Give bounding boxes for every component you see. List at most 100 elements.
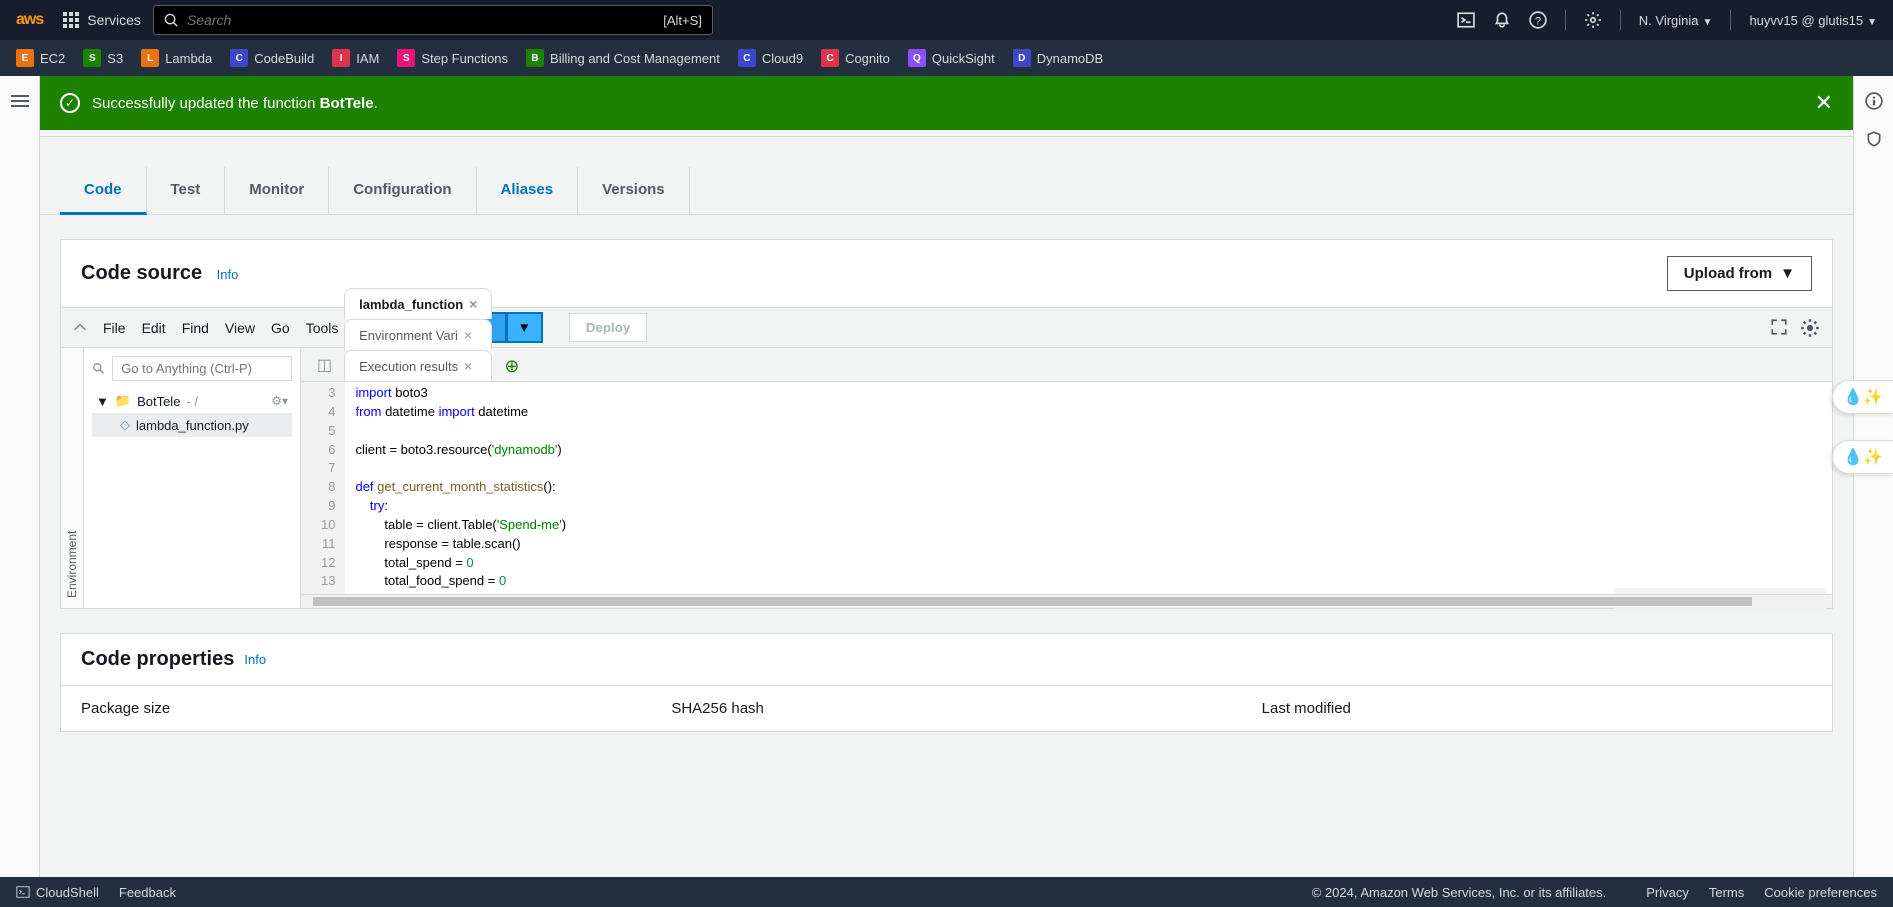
code-properties-title: Code properties — [81, 648, 234, 671]
editor-tab[interactable]: lambda_function× — [344, 288, 492, 319]
footer-link-terms[interactable]: Terms — [1709, 885, 1744, 900]
codewhisperer-badge[interactable]: 💧✨ — [1832, 440, 1893, 474]
service-item-quicksight[interactable]: QQuickSight — [908, 49, 995, 67]
service-item-iam[interactable]: IIAM — [332, 49, 379, 67]
tab-configuration[interactable]: Configuration — [329, 167, 476, 214]
ide-sidebar: Environment ▼ 📁 BotTele - / — [61, 348, 301, 608]
upload-from-button[interactable]: Upload from ▼ — [1667, 256, 1812, 291]
hamburger-icon[interactable] — [11, 92, 29, 110]
tab-monitor[interactable]: Monitor — [225, 167, 329, 214]
code-source-panel: Code source Info Upload from ▼ FileEditF… — [60, 239, 1833, 609]
service-icon: C — [821, 49, 839, 67]
success-text: Successfully updated the function BotTel… — [92, 95, 378, 112]
tab-overflow-icon[interactable]: ◫ — [309, 349, 340, 381]
folder-icon: 📁 — [115, 393, 131, 409]
fullscreen-icon[interactable] — [1770, 318, 1788, 336]
file-icon: ◇ — [120, 417, 130, 433]
drop-icon: 💧✨ — [1843, 449, 1883, 466]
footer-link-cookie-preferences[interactable]: Cookie preferences — [1764, 885, 1877, 900]
account-menu[interactable]: huyvv15 @ glutis15▼ — [1749, 13, 1877, 28]
aws-logo[interactable]: aws — [16, 11, 43, 29]
service-icon: S — [397, 49, 415, 67]
service-icon: C — [738, 49, 756, 67]
copyright: © 2024, Amazon Web Services, Inc. or its… — [1312, 885, 1607, 900]
tree-file[interactable]: ◇ lambda_function.py — [92, 413, 292, 437]
ide-editor: ◫ lambda_function×Environment Vari×Execu… — [301, 348, 1832, 608]
menu-find[interactable]: Find — [182, 320, 209, 336]
shield-icon[interactable] — [1865, 130, 1883, 148]
service-icon: L — [141, 49, 159, 67]
menu-edit[interactable]: Edit — [142, 320, 166, 336]
line-gutter: 3456789101112131415161718 — [301, 382, 345, 594]
codewhisperer-badge[interactable]: 💧✨ — [1832, 380, 1893, 414]
menu-view[interactable]: View — [225, 320, 255, 336]
info-link[interactable]: Info — [217, 267, 239, 282]
service-item-cognito[interactable]: CCognito — [821, 49, 890, 67]
footer-link-privacy[interactable]: Privacy — [1646, 885, 1689, 900]
service-item-step-functions[interactable]: SStep Functions — [397, 49, 508, 67]
search-icon[interactable] — [92, 361, 106, 377]
ide: FileEditFindViewGoToolsWindow Test ▼ Dep… — [61, 307, 1832, 608]
gear-icon[interactable] — [1800, 318, 1820, 338]
services-button[interactable]: Services — [63, 12, 141, 28]
divider — [1565, 10, 1566, 30]
service-icon: I — [332, 49, 350, 67]
tab-test[interactable]: Test — [147, 167, 226, 214]
help-icon[interactable]: ? — [1529, 11, 1547, 29]
menu-tools[interactable]: Tools — [306, 320, 339, 336]
service-item-s3[interactable]: SS3 — [83, 49, 123, 67]
add-tab-button[interactable]: ⊕ — [496, 352, 527, 381]
svg-text:?: ? — [1535, 16, 1541, 28]
grid-icon — [63, 12, 79, 28]
test-dropdown[interactable]: ▼ — [507, 312, 543, 343]
editor-tab[interactable]: Environment Vari× — [344, 319, 492, 350]
feedback-link[interactable]: Feedback — [119, 885, 176, 900]
close-icon[interactable]: × — [464, 327, 472, 343]
service-icon: B — [526, 49, 544, 67]
close-icon[interactable]: × — [469, 296, 477, 312]
service-item-billing-and-cost-management[interactable]: BBilling and Cost Management — [526, 49, 720, 67]
search-input[interactable] — [187, 12, 663, 28]
drop-icon: 💧✨ — [1843, 389, 1883, 406]
search-box[interactable]: [Alt+S] — [153, 5, 713, 35]
editor-tab[interactable]: Execution results× — [344, 350, 492, 381]
menu-file[interactable]: File — [103, 320, 126, 336]
divider — [40, 136, 1853, 137]
properties-row: Package sizeSHA256 hashLast modified — [61, 685, 1832, 731]
close-icon[interactable]: × — [464, 358, 472, 374]
cloudshell-icon[interactable] — [1457, 11, 1475, 29]
close-icon[interactable]: ✕ — [1815, 90, 1833, 116]
info-link[interactable]: Info — [244, 652, 266, 667]
collapse-icon[interactable] — [73, 321, 87, 335]
environment-tab[interactable]: Environment — [61, 348, 84, 608]
cloudshell-link[interactable]: CloudShell — [16, 885, 99, 900]
region-selector[interactable]: N. Virginia▼ — [1639, 13, 1713, 28]
ide-toolbar: FileEditFindViewGoToolsWindow Test ▼ Dep… — [61, 308, 1832, 348]
gear-icon[interactable]: ⚙▾ — [271, 394, 288, 408]
service-icon: E — [16, 49, 34, 67]
code-lines[interactable]: import boto3from datetime import datetim… — [345, 382, 605, 594]
caret-down-icon: ▼ — [96, 394, 109, 409]
content-area: ✓ Successfully updated the function BotT… — [40, 76, 1853, 877]
property-label: SHA256 hash — [651, 686, 1241, 731]
goto-input[interactable] — [112, 356, 292, 381]
tab-versions[interactable]: Versions — [578, 167, 690, 214]
check-circle-icon: ✓ — [60, 93, 80, 113]
service-item-dynamodb[interactable]: DDynamoDB — [1013, 49, 1103, 67]
code-area[interactable]: 3456789101112131415161718 import boto3fr… — [301, 382, 1832, 594]
info-icon[interactable] — [1865, 92, 1883, 110]
top-header: aws Services [Alt+S] ? N. Virginia▼ huyv… — [0, 0, 1893, 40]
service-item-codebuild[interactable]: CCodeBuild — [230, 49, 314, 67]
service-icon: C — [230, 49, 248, 67]
property-label: Last modified — [1242, 686, 1832, 731]
service-item-lambda[interactable]: LLambda — [141, 49, 212, 67]
horizontal-scrollbar[interactable] — [301, 594, 1832, 608]
tab-code[interactable]: Code — [60, 167, 147, 215]
service-item-ec2[interactable]: EEC2 — [16, 49, 65, 67]
gear-icon[interactable] — [1584, 11, 1602, 29]
menu-go[interactable]: Go — [271, 320, 290, 336]
tab-aliases[interactable]: Aliases — [477, 167, 579, 214]
tree-folder[interactable]: ▼ 📁 BotTele - / ⚙▾ — [92, 389, 292, 413]
service-item-cloud9[interactable]: CCloud9 — [738, 49, 803, 67]
bell-icon[interactable] — [1493, 11, 1511, 29]
